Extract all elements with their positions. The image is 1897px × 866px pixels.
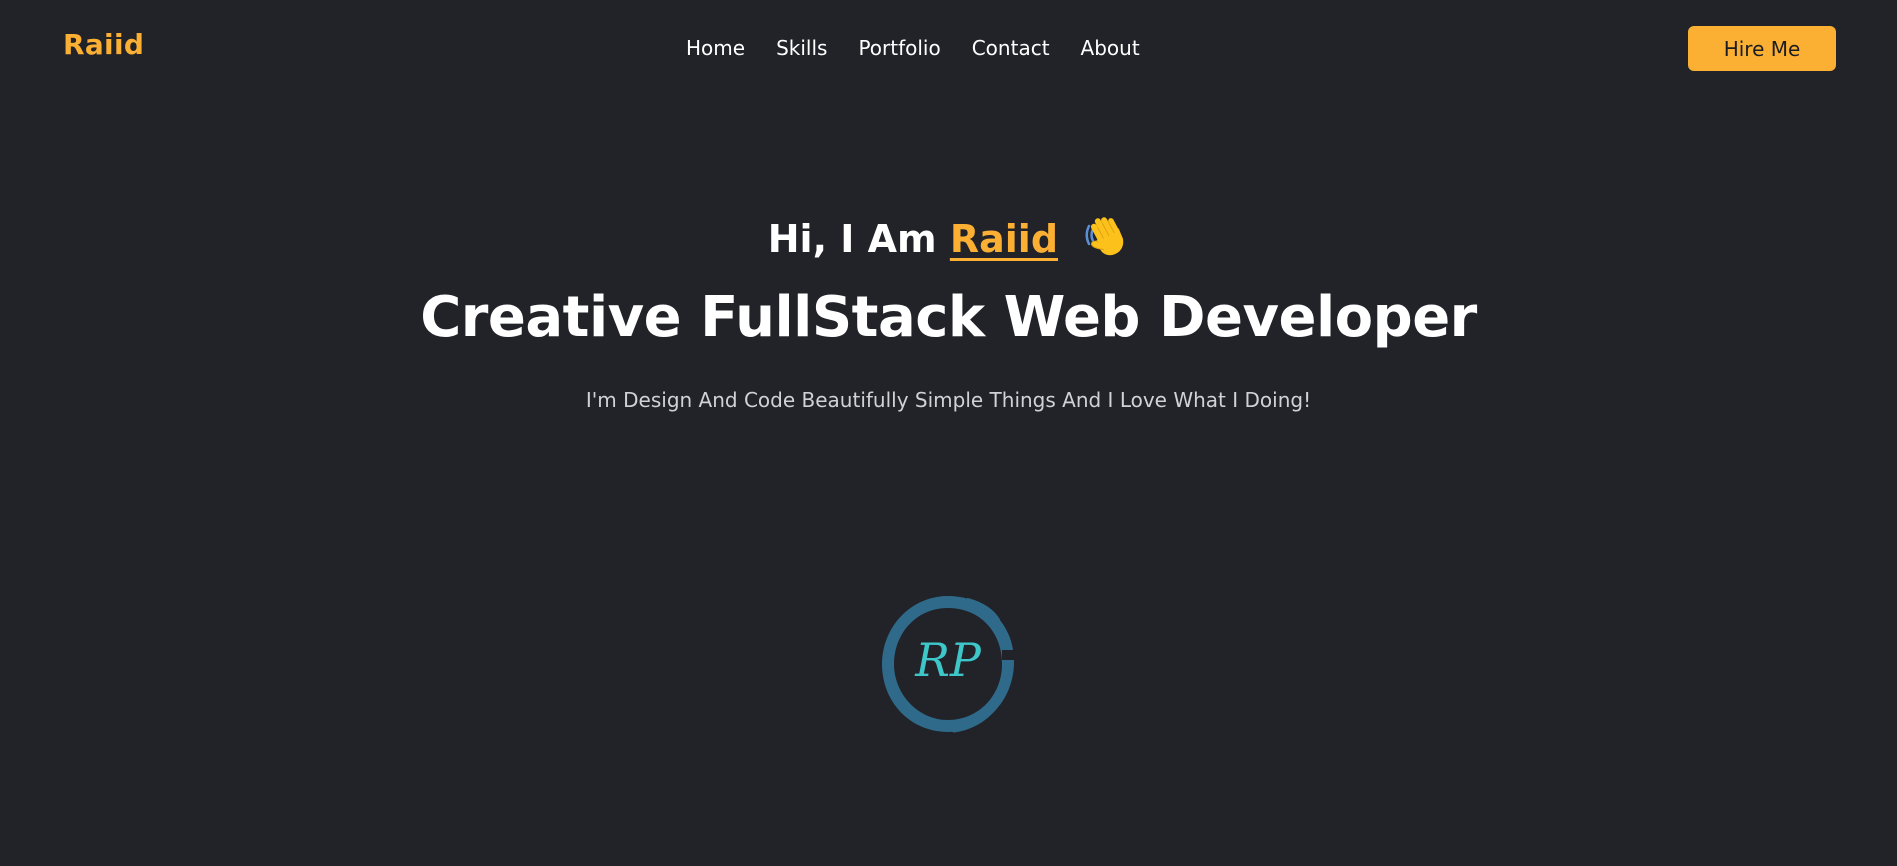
waving-hand-icon: [1083, 212, 1129, 269]
nav-link-skills[interactable]: Skills: [776, 36, 827, 60]
hero-greeting: Hi, I Am Raiid: [0, 212, 1897, 269]
monogram-logo: RP: [874, 590, 1022, 738]
nav-link-about[interactable]: About: [1081, 36, 1140, 60]
nav-link-home[interactable]: Home: [686, 36, 745, 60]
site-header: Raiid Home Skills Portfolio Contact Abou…: [0, 0, 1897, 96]
site-logo[interactable]: Raiid: [63, 28, 144, 61]
hire-me-button[interactable]: Hire Me: [1688, 26, 1836, 71]
monogram-text: RP: [914, 633, 982, 687]
greeting-prefix: Hi, I Am: [767, 217, 937, 261]
nav-link-contact[interactable]: Contact: [972, 36, 1050, 60]
nav-link-portfolio[interactable]: Portfolio: [858, 36, 940, 60]
hero-name: Raiid: [949, 217, 1059, 261]
main-nav: Home Skills Portfolio Contact About: [686, 36, 1140, 60]
hero-subtitle: I'm Design And Code Beautifully Simple T…: [585, 388, 1312, 412]
hero-title: Creative FullStack Web Developer: [420, 285, 1477, 350]
page: Raiid Home Skills Portfolio Contact Abou…: [0, 0, 1897, 866]
